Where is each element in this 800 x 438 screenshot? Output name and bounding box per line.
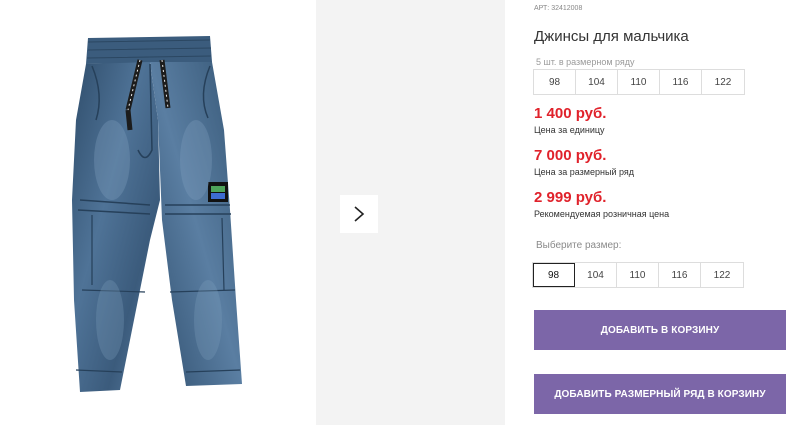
size-row-cell: 110 [618, 70, 660, 94]
size-option-122[interactable]: 122 [701, 263, 743, 287]
size-row-cell: 122 [714, 76, 732, 88]
product-title: Джинсы для мальчика [534, 28, 689, 45]
chevron-right-icon [354, 206, 365, 222]
row-price-label: Цена за размерный ряд [534, 167, 635, 177]
retail-price-label: Рекомендуемая розничная цена [534, 209, 670, 219]
product-main-image[interactable] [0, 0, 316, 438]
add-to-cart-button[interactable]: ДОБАВИТЬ В КОРЗИНУ [534, 310, 786, 350]
size-option-116[interactable]: 116 [659, 263, 701, 287]
add-size-row-to-cart-button[interactable]: ДОБАВИТЬ РАЗМЕРНЫЙ РЯД В КОРЗИНУ [534, 374, 786, 414]
size-row-caption: 5 шт. в размерном ряду [536, 57, 635, 67]
product-gallery [0, 0, 505, 438]
size-option-104[interactable]: 104 [575, 263, 617, 287]
size-option-98[interactable]: 98 [533, 263, 575, 287]
size-picker: 98 104 110 116 122 [532, 262, 744, 288]
retail-price: 2 999 руб. [534, 189, 607, 206]
gallery-next-button[interactable] [340, 195, 378, 233]
jeans-illustration [72, 36, 242, 392]
choose-size-label: Выберите размер: [536, 240, 622, 251]
unit-price-label: Цена за единицу [534, 125, 605, 135]
size-row-table: 98 104 110 116 122 [533, 69, 745, 95]
product-article: АРТ: 32412008 [534, 5, 583, 12]
size-row-cell: 116 [660, 70, 702, 94]
size-row-cell: 104 [576, 70, 618, 94]
size-option-110[interactable]: 110 [617, 263, 659, 287]
row-price: 7 000 руб. [534, 147, 607, 164]
size-row-cell: 98 [534, 70, 576, 94]
unit-price: 1 400 руб. [534, 105, 607, 122]
